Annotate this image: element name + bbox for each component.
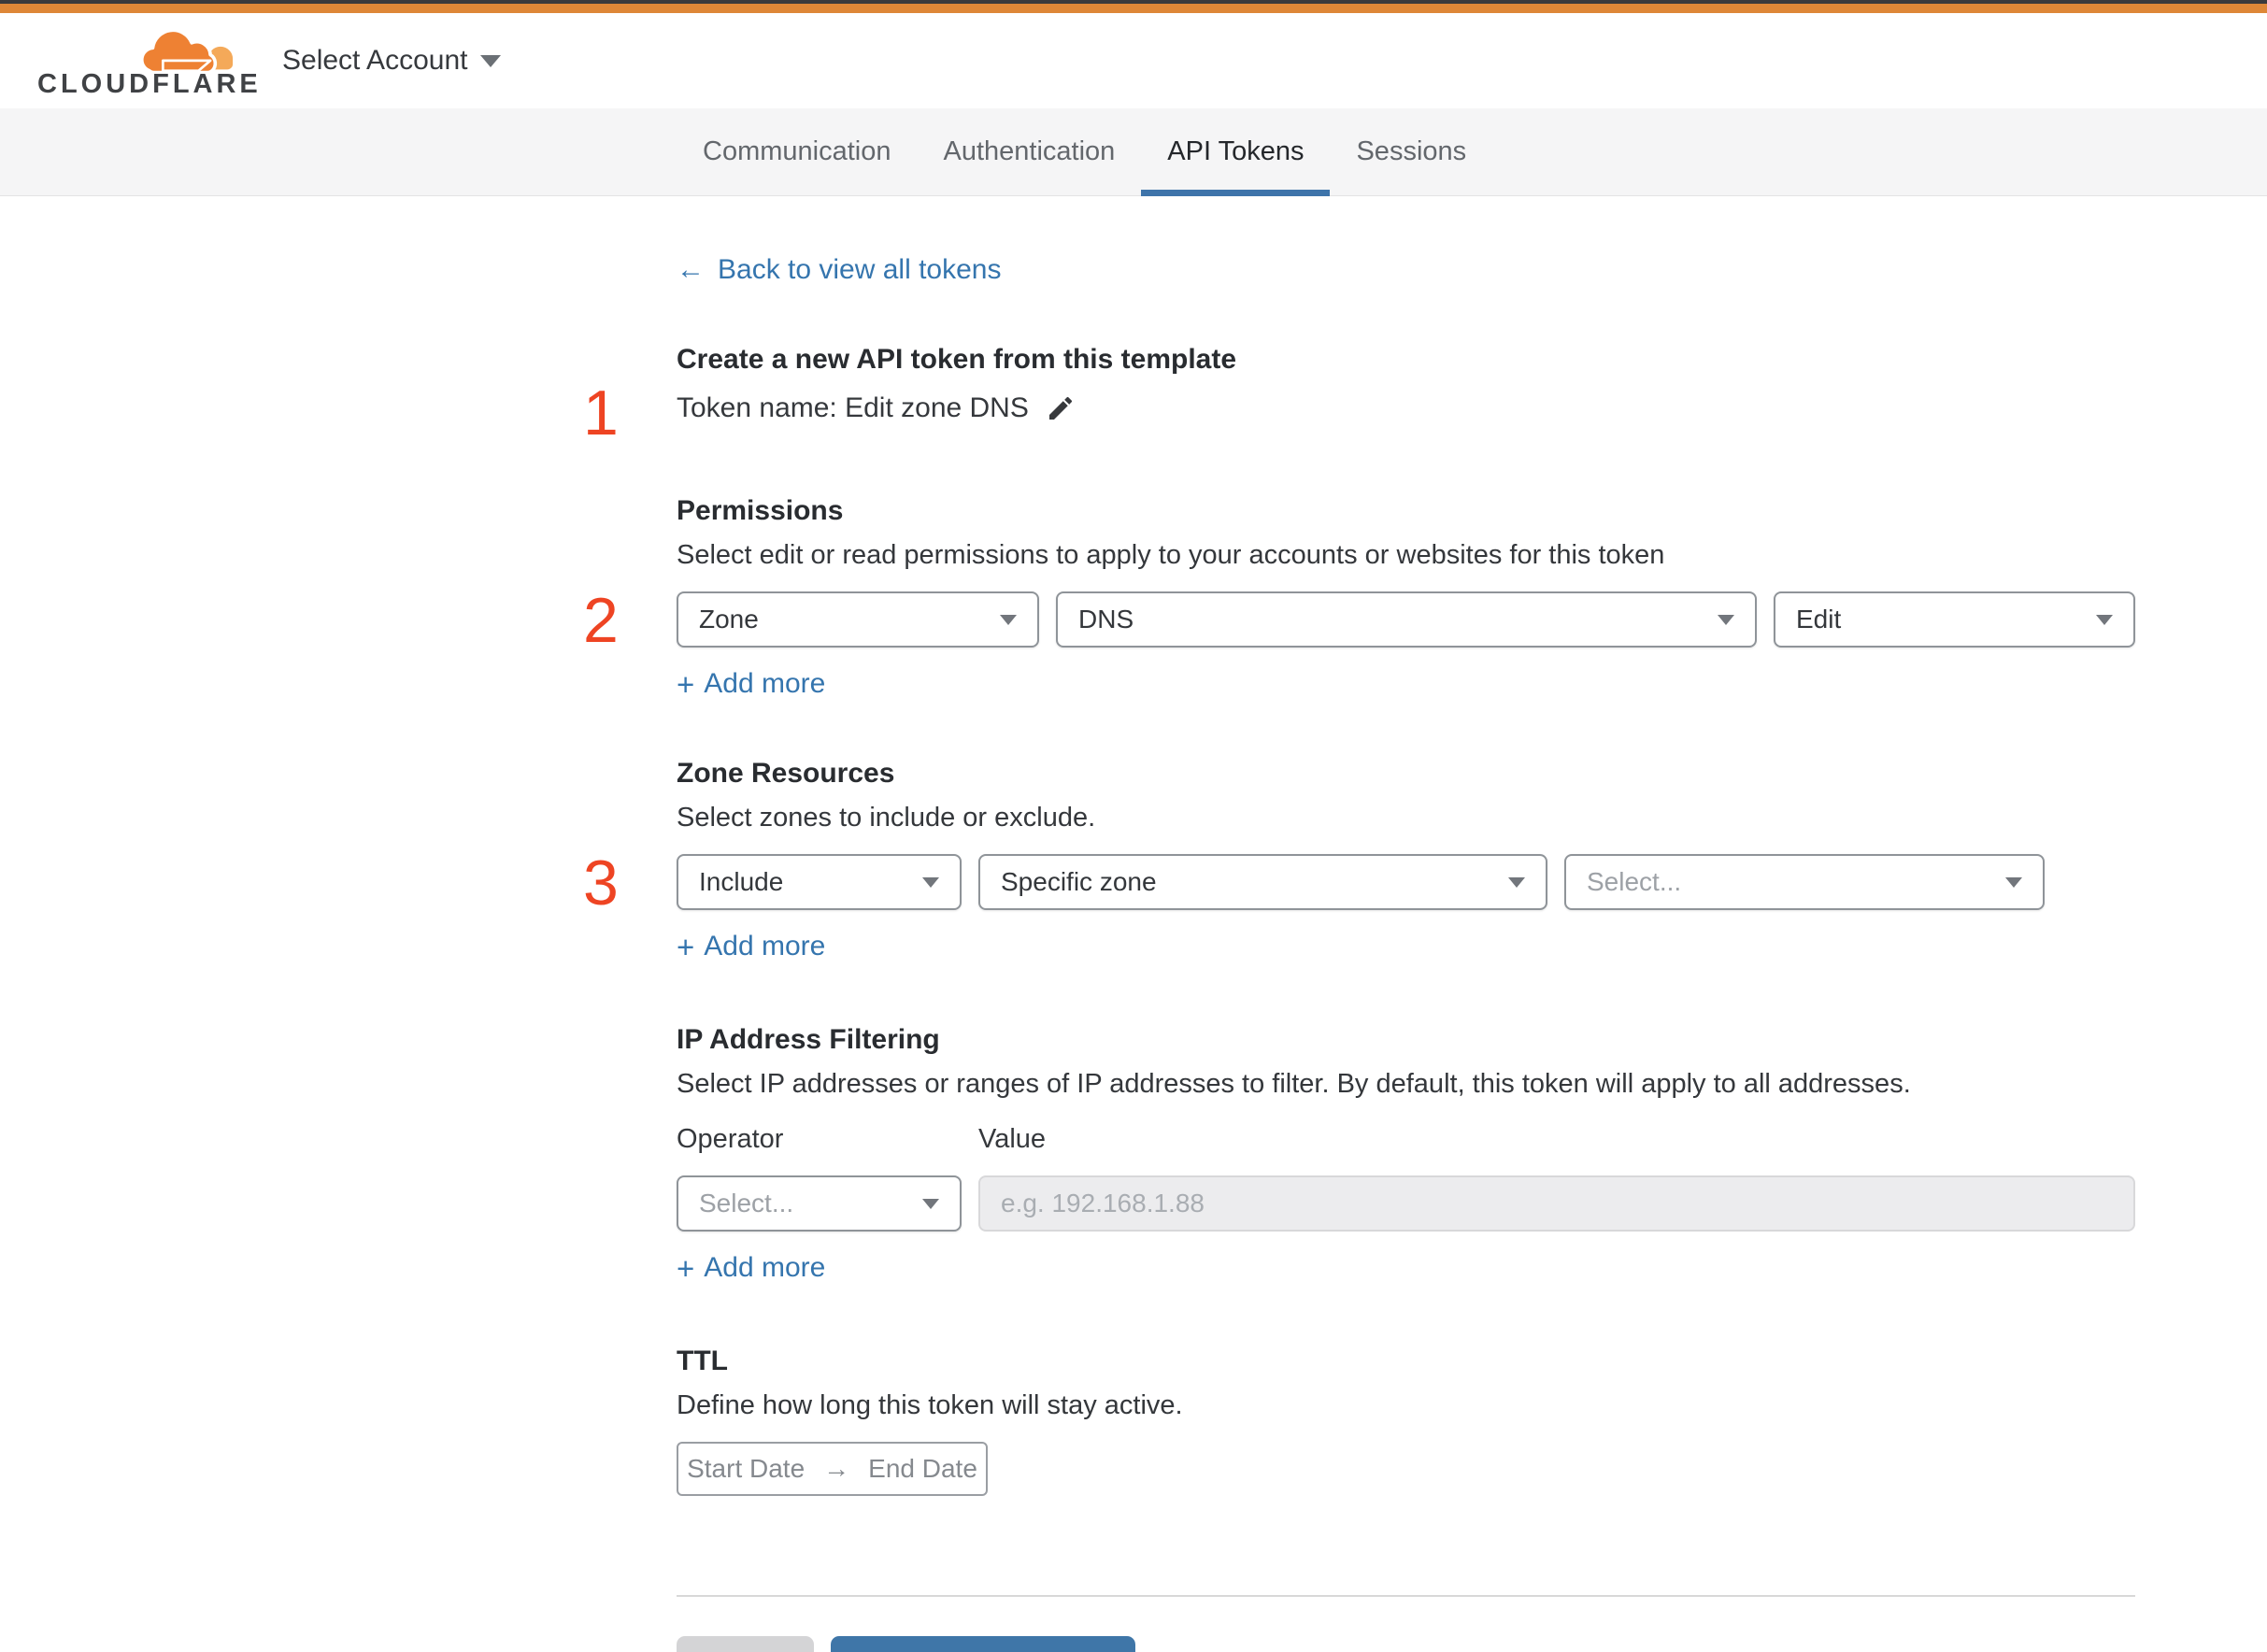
step-number-3: 3 (583, 847, 619, 919)
chevron-down-icon (1000, 614, 1017, 625)
plus-icon: + (677, 1250, 695, 1286)
chevron-down-icon (922, 876, 939, 888)
permission-resource-select[interactable]: DNS (1056, 591, 1757, 648)
chevron-down-icon (922, 1198, 939, 1209)
zone-mode-value: Include (699, 867, 784, 896)
add-more-label: Add more (704, 1252, 826, 1283)
token-template-form: ← Back to view all tokens 1 Create a new… (583, 196, 2135, 1652)
permission-scope-value: Zone (699, 605, 759, 634)
account-selector-label: Select Account (282, 45, 468, 76)
back-link-label: Back to view all tokens (718, 254, 1002, 285)
ip-operator-placeholder: Select... (699, 1189, 794, 1218)
app-header: CLOUDFLARE Select Account (0, 13, 2267, 108)
plus-icon: + (677, 666, 695, 702)
footer-divider (677, 1595, 2135, 1597)
continue-to-summary-button[interactable]: Continue to summary (831, 1636, 1136, 1652)
end-date-placeholder: End Date (868, 1454, 977, 1483)
zone-resources-add-more-link[interactable]: + Add more (677, 931, 825, 962)
page-title: Create a new API token from this templat… (677, 344, 1237, 375)
add-more-label: Add more (704, 931, 826, 961)
zone-picker-placeholder: Select... (1587, 867, 1682, 896)
pencil-icon[interactable] (1046, 393, 1076, 423)
arrow-right-icon: → (823, 1454, 850, 1483)
value-label: Value (978, 1124, 1047, 1154)
permission-access-value: Edit (1796, 605, 1842, 634)
permission-access-select[interactable]: Edit (1774, 591, 2135, 648)
ip-filtering-add-more-link[interactable]: + Add more (677, 1252, 825, 1284)
permission-resource-value: DNS (1078, 605, 1134, 634)
step-number-2: 2 (583, 585, 619, 656)
step-number-1: 1 (583, 377, 619, 449)
profile-tabbar: Communication Authentication API Tokens … (0, 108, 2267, 196)
zone-type-value: Specific zone (1001, 867, 1157, 896)
ip-operator-select[interactable]: Select... (677, 1175, 962, 1232)
permissions-add-more-link[interactable]: + Add more (677, 668, 825, 700)
chevron-down-icon (1508, 876, 1525, 888)
section-ttl: TTL Define how long this token will stay… (677, 1346, 2135, 1496)
operator-label: Operator (677, 1124, 784, 1154)
ip-filtering-heading: IP Address Filtering (677, 1024, 940, 1055)
cloudflare-logo: CLOUDFLARE (37, 18, 258, 104)
ttl-description: Define how long this token will stay act… (677, 1390, 1183, 1420)
section-zone-resources: 3 Zone Resources Select zones to include… (583, 758, 2135, 962)
cancel-button[interactable]: Cancel (677, 1636, 815, 1652)
tab-api-tokens[interactable]: API Tokens (1141, 108, 1331, 196)
permissions-heading: Permissions (677, 495, 844, 526)
tab-authentication[interactable]: Authentication (917, 108, 1141, 195)
tab-sessions[interactable]: Sessions (1330, 108, 1492, 195)
section-permissions: 2 Permissions Select edit or read permis… (583, 495, 2135, 700)
cloudflare-wordmark: CLOUDFLARE (37, 69, 262, 99)
ip-filtering-description: Select IP addresses or ranges of IP addr… (677, 1069, 1911, 1099)
top-accent-orange (0, 4, 2267, 13)
ttl-heading: TTL (677, 1346, 728, 1376)
zone-picker-select[interactable]: Select... (1564, 854, 2045, 910)
chevron-down-icon (480, 54, 502, 67)
zone-resources-heading: Zone Resources (677, 758, 895, 789)
start-date-placeholder: Start Date (687, 1454, 806, 1483)
section-token-name: 1 Create a new API token from this templ… (583, 344, 2135, 445)
section-ip-filtering: IP Address Filtering Select IP addresses… (677, 1024, 2135, 1284)
back-to-tokens-link[interactable]: ← Back to view all tokens (677, 254, 1001, 286)
add-more-label: Add more (704, 668, 826, 699)
token-name-text: Token name: Edit zone DNS (677, 392, 1029, 423)
ip-value-input[interactable] (978, 1175, 2135, 1232)
chevron-down-icon (2005, 876, 2022, 888)
chevron-down-icon (2096, 614, 2113, 625)
zone-type-select[interactable]: Specific zone (978, 854, 1547, 910)
zone-resources-description: Select zones to include or exclude. (677, 803, 1096, 833)
chevron-down-icon (1718, 614, 1734, 625)
tab-communication[interactable]: Communication (677, 108, 917, 195)
zone-mode-select[interactable]: Include (677, 854, 962, 910)
back-arrow-icon: ← (677, 254, 705, 285)
plus-icon: + (677, 929, 695, 964)
ttl-date-range-picker[interactable]: Start Date → End Date (677, 1442, 988, 1496)
permissions-description: Select edit or read permissions to apply… (677, 540, 1665, 570)
account-selector[interactable]: Select Account (282, 45, 502, 77)
permission-scope-select[interactable]: Zone (677, 591, 1039, 648)
footer-actions: Cancel Continue to summary (677, 1636, 2135, 1652)
